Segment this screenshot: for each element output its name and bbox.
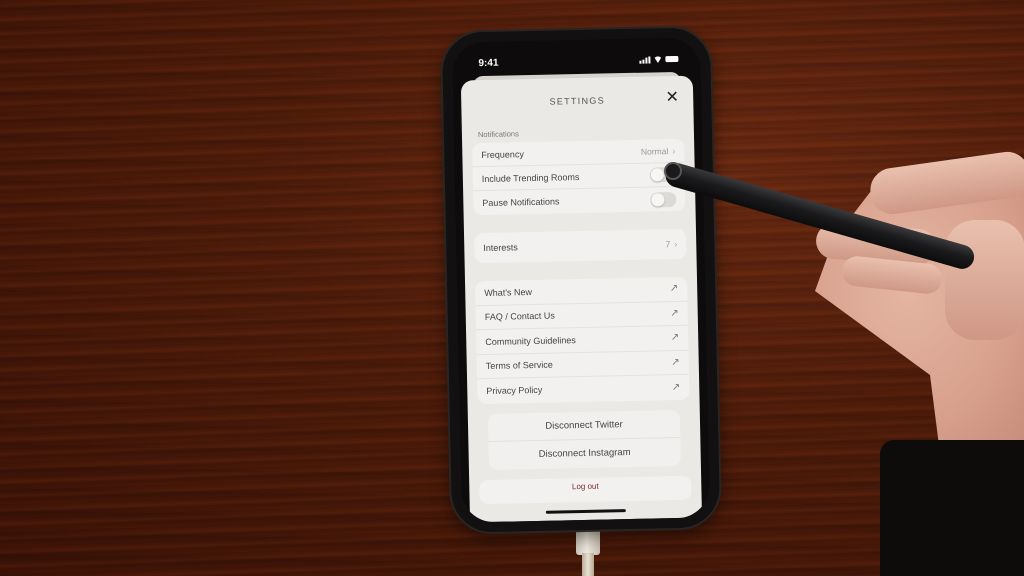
disconnect-instagram-button[interactable]: Disconnect Instagram bbox=[488, 437, 681, 469]
interests-label: Interests bbox=[483, 242, 518, 254]
links-group: What's New ↗ FAQ / Contact Us ↗ Communit… bbox=[475, 276, 690, 404]
frequency-value: Normal bbox=[640, 145, 669, 157]
notifications-section-label: Notifications bbox=[477, 129, 519, 140]
external-link-arrow-icon: ↗ bbox=[670, 332, 680, 344]
interests-row[interactable]: Interests 7 › bbox=[474, 229, 687, 263]
link-label: Terms of Service bbox=[485, 359, 553, 372]
interests-value-wrap: 7 › bbox=[665, 239, 677, 249]
charging-cable-plug bbox=[576, 527, 600, 555]
external-link-arrow-icon: ↗ bbox=[670, 307, 679, 319]
wifi-icon bbox=[653, 56, 662, 63]
chevron-right-icon: › bbox=[674, 238, 678, 250]
page-title: SETTINGS bbox=[549, 95, 606, 107]
settings-sheet: SETTINGS ✕ Notifications Frequency Norma… bbox=[460, 75, 703, 523]
cellular-signal-icon bbox=[639, 55, 651, 64]
close-icon[interactable]: ✕ bbox=[663, 89, 681, 107]
connections-group: Disconnect Twitter Disconnect Instagram bbox=[487, 409, 681, 470]
settings-header: SETTINGS ✕ bbox=[471, 76, 684, 126]
disconnect-twitter-button[interactable]: Disconnect Twitter bbox=[487, 409, 681, 442]
status-time: 9:41 bbox=[478, 57, 499, 69]
link-label: What's New bbox=[484, 286, 533, 298]
battery-icon bbox=[665, 55, 679, 63]
pause-notifications-row: Pause Notifications bbox=[473, 187, 685, 215]
sleeve bbox=[880, 440, 1024, 576]
pause-notifications-label: Pause Notifications bbox=[482, 196, 560, 209]
phone-screen: 9:41 SETTINGS ✕ Notifications Frequency … bbox=[452, 37, 710, 523]
external-link-arrow-icon: ↗ bbox=[671, 381, 681, 393]
link-label: FAQ / Contact Us bbox=[484, 310, 555, 323]
frequency-value-wrap: Normal › bbox=[641, 145, 676, 156]
charging-cable bbox=[582, 553, 594, 576]
stylus-tip bbox=[664, 162, 682, 180]
notifications-group: Frequency Normal › Include Trending Room… bbox=[472, 138, 686, 216]
pause-notifications-toggle[interactable] bbox=[650, 191, 677, 208]
external-link-arrow-icon: ↗ bbox=[671, 356, 680, 368]
interests-group: Interests 7 › bbox=[473, 228, 687, 264]
status-bar: 9:41 bbox=[452, 37, 701, 76]
interests-count: 7 bbox=[665, 239, 671, 250]
frequency-label: Frequency bbox=[481, 148, 524, 160]
hand-thumb bbox=[945, 220, 1024, 340]
link-label: Community Guidelines bbox=[485, 334, 576, 347]
status-icons bbox=[639, 55, 679, 64]
logout-button[interactable]: Log out bbox=[479, 475, 692, 504]
chevron-right-icon: › bbox=[672, 145, 676, 156]
link-privacy-policy[interactable]: Privacy Policy ↗ bbox=[477, 375, 689, 404]
phone: 9:41 SETTINGS ✕ Notifications Frequency … bbox=[441, 27, 721, 533]
link-label: Privacy Policy bbox=[486, 385, 543, 397]
include-trending-rooms-label: Include Trending Rooms bbox=[481, 171, 580, 184]
external-link-arrow-icon: ↗ bbox=[669, 283, 679, 295]
